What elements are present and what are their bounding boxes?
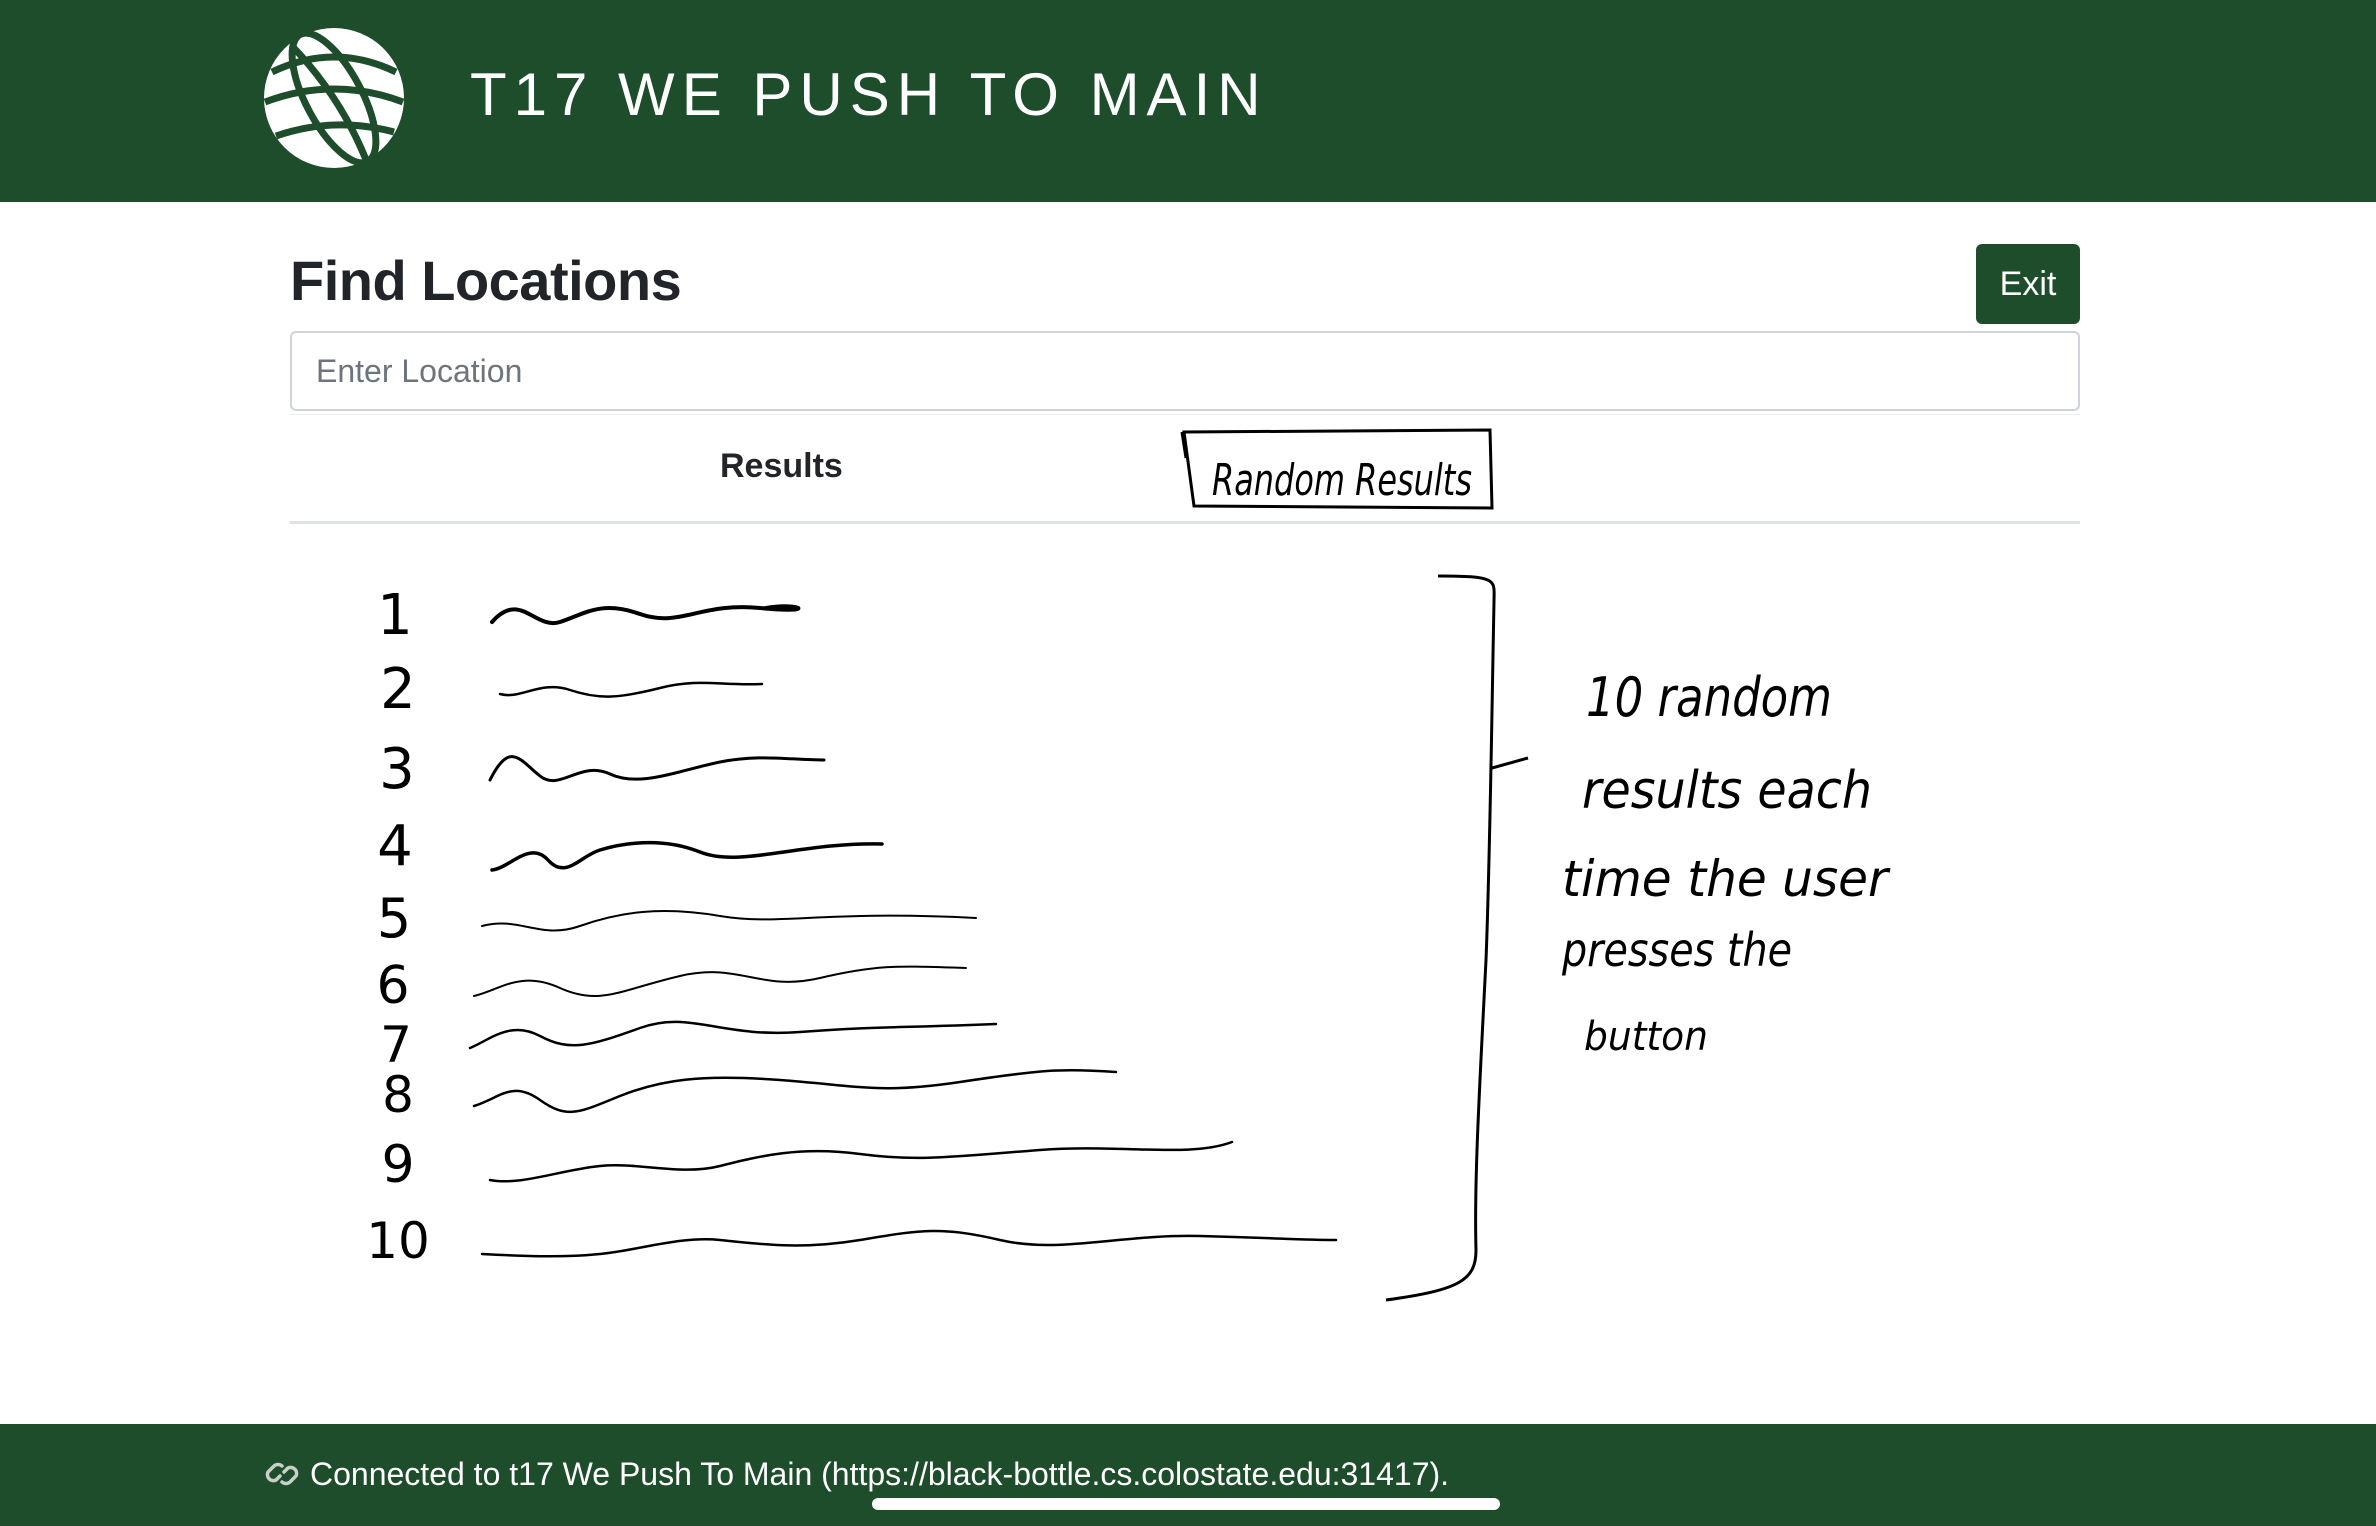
result-scribble (468, 1020, 998, 1050)
result-scribble (480, 1229, 1338, 1258)
page-title: Find Locations (290, 249, 682, 312)
tab-random-results[interactable]: Random Results (1180, 428, 1494, 510)
result-number: 6 (376, 956, 409, 1016)
note-line: button (1584, 1014, 1708, 1060)
handwritten-note: 10 random results each time the user pre… (1561, 666, 1891, 1060)
bracket-annotation (1385, 574, 1529, 1302)
result-scribble (473, 965, 967, 997)
result-number: 10 (366, 1212, 430, 1270)
result-list: 1 2 3 4 5 6 7 8 9 10 (366, 583, 1338, 1270)
tab-results[interactable]: Results (720, 447, 843, 486)
result-number: 5 (377, 887, 411, 950)
connection-status-text: Connected to t17 We Push To Main (https:… (310, 1455, 1450, 1492)
result-scribble (488, 755, 826, 783)
result-scribble (481, 910, 977, 932)
exit-button[interactable]: Exit (1976, 244, 2080, 324)
result-number: 7 (380, 1016, 412, 1074)
result-number: 9 (381, 1135, 414, 1195)
result-scribble (490, 604, 801, 626)
app-header: T17 WE PUSH TO MAIN (0, 0, 2376, 202)
note-line: time the user (1562, 850, 1891, 908)
result-number: 1 (377, 583, 413, 648)
location-search-input[interactable] (290, 331, 2080, 411)
result-scribble (498, 681, 764, 698)
result-scribble (472, 1068, 1118, 1114)
status-footer: Connected to t17 We Push To Main (https:… (0, 1424, 2376, 1526)
note-line: results each (1582, 761, 1872, 821)
result-number: 2 (380, 657, 416, 722)
link-icon (265, 1462, 299, 1486)
connection-status[interactable]: Connected to t17 We Push To Main (https:… (262, 1454, 1449, 1494)
tab-random-results-label: Random Results (1212, 455, 1472, 506)
note-line: presses the (1561, 923, 1792, 977)
sketch-overlay: Random Results 1 2 3 4 5 6 7 8 9 10 10 r… (366, 428, 1891, 1302)
app-title: T17 WE PUSH TO MAIN (470, 61, 1268, 128)
result-number: 3 (379, 737, 415, 802)
result-number: 4 (377, 814, 413, 879)
note-line: 10 random (1586, 666, 1832, 729)
result-scribble (488, 1140, 1234, 1183)
globe-icon[interactable] (262, 20, 406, 176)
result-scribble (490, 840, 884, 872)
result-number: 8 (382, 1066, 414, 1124)
home-indicator[interactable] (872, 1498, 1500, 1510)
